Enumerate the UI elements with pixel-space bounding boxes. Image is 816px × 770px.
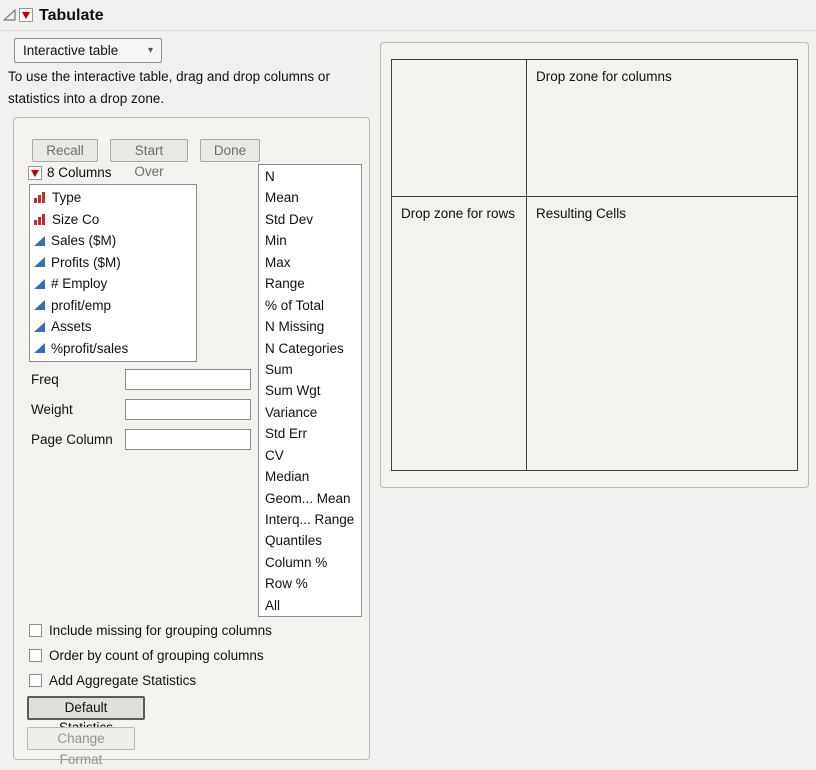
statistic-item[interactable]: N Missing <box>259 316 361 337</box>
column-label: Size Co <box>52 212 99 227</box>
tabulate-window: Tabulate Interactive table ▾ To use the … <box>0 0 816 766</box>
columns-count-label: 8 Columns <box>47 165 112 180</box>
drop-zone-corner[interactable] <box>392 60 527 197</box>
checkbox-include-missing[interactable]: Include missing for grouping columns <box>29 623 272 638</box>
column-item-assets[interactable]: Assets <box>30 316 196 338</box>
statistic-item[interactable]: Geom... Mean <box>259 488 361 509</box>
checkbox-label: Order by count of grouping columns <box>49 648 264 663</box>
nominal-icon <box>34 192 46 203</box>
statistic-item[interactable]: Min <box>259 230 361 251</box>
statistic-item[interactable]: Range <box>259 273 361 294</box>
checkbox-icon[interactable] <box>29 649 42 662</box>
resulting-cells-label: Resulting Cells <box>536 206 626 221</box>
continuous-icon <box>34 343 45 353</box>
change-format-button[interactable]: Change Format <box>27 727 135 750</box>
dropzone-panel: Drop zone for columns Drop zone for rows… <box>380 42 809 488</box>
drop-zone-rows[interactable]: Drop zone for rows <box>392 197 527 470</box>
start-over-button[interactable]: Start Over <box>110 139 188 162</box>
statistic-item[interactable]: Mean <box>259 187 361 208</box>
statistic-item[interactable]: % of Total <box>259 295 361 316</box>
statistic-item[interactable]: Row % <box>259 573 361 594</box>
default-statistics-button[interactable]: Default Statistics <box>27 696 145 720</box>
done-button[interactable]: Done <box>200 139 260 162</box>
red-triangle-icon <box>22 12 30 19</box>
statistic-item[interactable]: Column % <box>259 552 361 573</box>
statistic-item[interactable]: Variance <box>259 402 361 423</box>
checkbox-order-by-count[interactable]: Order by count of grouping columns <box>29 648 264 663</box>
report-header: Tabulate <box>0 0 816 31</box>
continuous-icon <box>34 300 45 310</box>
page-column-input[interactable] <box>125 429 251 450</box>
chevron-down-icon: ▾ <box>148 45 153 56</box>
checkbox-add-aggregate[interactable]: Add Aggregate Statistics <box>29 673 196 688</box>
control-panel: Recall Start Over Done 8 Columns Type Si… <box>13 117 370 760</box>
statistic-item[interactable]: Max <box>259 252 361 273</box>
red-triangle-menu[interactable] <box>19 8 33 22</box>
statistic-item[interactable]: Std Err <box>259 423 361 444</box>
drop-zone-rows-label: Drop zone for rows <box>401 206 515 221</box>
statistic-item[interactable]: Sum Wgt <box>259 380 361 401</box>
freq-label: Freq <box>31 372 59 387</box>
columns-list: Type Size Co Sales ($M) Profits ($M) # E… <box>29 184 197 362</box>
checkbox-label: Include missing for grouping columns <box>49 623 272 638</box>
table-mode-select[interactable]: Interactive table ▾ <box>14 38 162 63</box>
column-label: %profit/sales <box>51 341 128 356</box>
column-item-size-co[interactable]: Size Co <box>30 209 196 231</box>
column-label: profit/emp <box>51 298 111 313</box>
column-item-employ[interactable]: # Employ <box>30 273 196 295</box>
checkbox-icon[interactable] <box>29 624 42 637</box>
column-item-type[interactable]: Type <box>30 187 196 209</box>
recall-button[interactable]: Recall <box>32 139 98 162</box>
column-label: Sales ($M) <box>51 233 116 248</box>
checkbox-label: Add Aggregate Statistics <box>49 673 196 688</box>
column-item-profit-sales[interactable]: %profit/sales <box>30 338 196 360</box>
column-item-profits[interactable]: Profits ($M) <box>30 252 196 274</box>
statistic-item[interactable]: All <box>259 595 361 616</box>
statistic-item[interactable]: Std Dev <box>259 209 361 230</box>
drop-zone-table: Drop zone for columns Drop zone for rows… <box>391 59 798 471</box>
drop-zone-columns-label: Drop zone for columns <box>536 69 672 84</box>
statistics-list: N Mean Std Dev Min Max Range % of Total … <box>258 164 362 617</box>
continuous-icon <box>34 322 45 332</box>
column-item-profit-emp[interactable]: profit/emp <box>30 295 196 317</box>
drop-zone-columns[interactable]: Drop zone for columns <box>527 60 797 197</box>
column-label: Profits ($M) <box>51 255 121 270</box>
column-label: Type <box>52 190 81 205</box>
freq-input[interactable] <box>125 369 251 390</box>
weight-input[interactable] <box>125 399 251 420</box>
columns-red-triangle-menu[interactable] <box>28 166 42 180</box>
table-mode-value: Interactive table <box>23 43 118 58</box>
resulting-cells[interactable]: Resulting Cells <box>527 197 797 470</box>
statistic-item[interactable]: Sum <box>259 359 361 380</box>
page-title: Tabulate <box>39 7 104 25</box>
disclosure-triangle-icon[interactable] <box>3 9 16 22</box>
column-label: # Employ <box>51 276 107 291</box>
statistic-item[interactable]: Quantiles <box>259 530 361 551</box>
checkbox-icon[interactable] <box>29 674 42 687</box>
red-triangle-icon <box>31 170 39 177</box>
statistic-item[interactable]: N Categories <box>259 338 361 359</box>
statistic-item[interactable]: Median <box>259 466 361 487</box>
page-column-label: Page Column <box>31 432 113 447</box>
statistic-item[interactable]: N <box>259 166 361 187</box>
continuous-icon <box>34 279 45 289</box>
continuous-icon <box>34 236 45 246</box>
statistic-item[interactable]: CV <box>259 445 361 466</box>
nominal-icon <box>34 214 46 225</box>
column-item-sales[interactable]: Sales ($M) <box>30 230 196 252</box>
column-label: Assets <box>51 319 92 334</box>
continuous-icon <box>34 257 45 267</box>
instructions-text: To use the interactive table, drag and d… <box>8 66 374 109</box>
statistic-item[interactable]: Interq... Range <box>259 509 361 530</box>
weight-label: Weight <box>31 402 73 417</box>
